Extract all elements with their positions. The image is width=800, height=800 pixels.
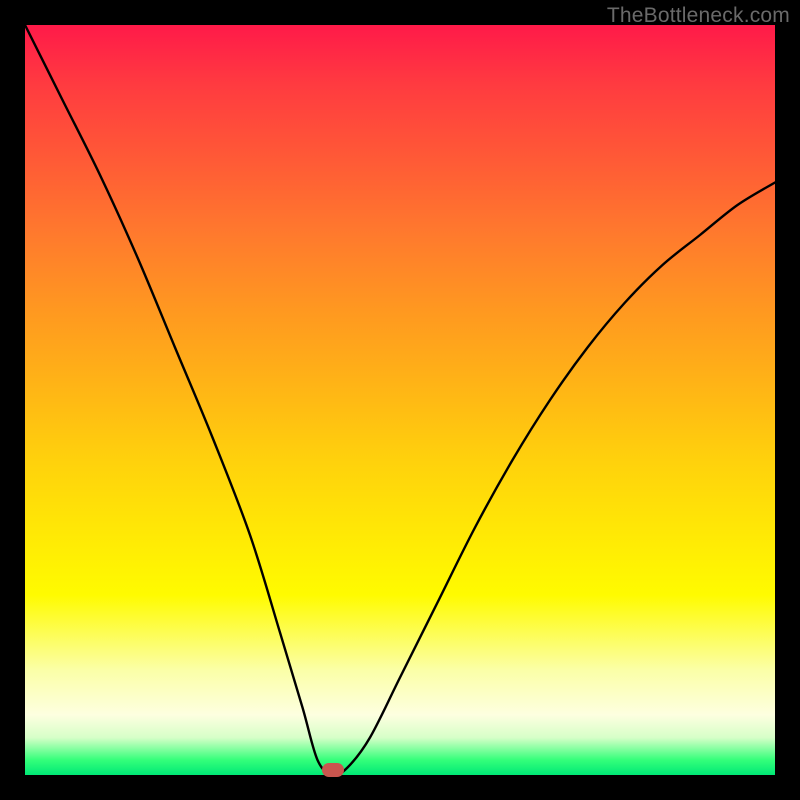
plot-area — [25, 25, 775, 775]
bottleneck-curve — [25, 25, 775, 775]
chart-container: TheBottleneck.com — [0, 0, 800, 800]
optimal-marker — [322, 763, 344, 777]
curve-svg — [25, 25, 775, 775]
